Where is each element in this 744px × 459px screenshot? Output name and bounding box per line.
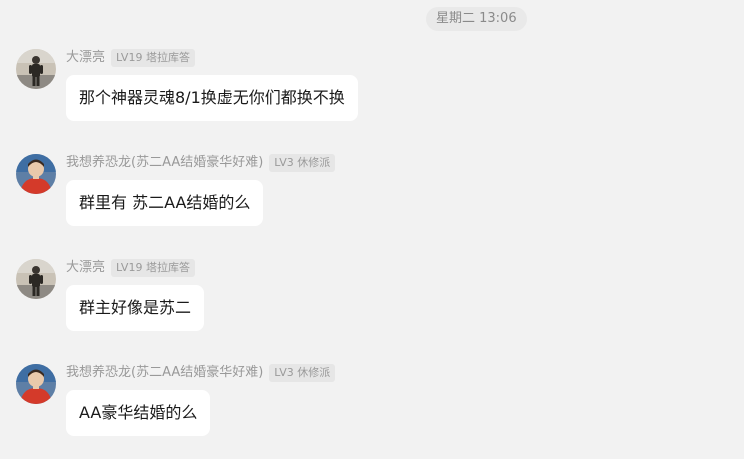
avatar[interactable]: [16, 259, 56, 299]
avatar[interactable]: [16, 154, 56, 194]
message-bubble[interactable]: AA豪华结婚的么: [66, 390, 211, 436]
sender-name[interactable]: 大漂亮: [66, 48, 105, 68]
message-header: 我想养恐龙(苏二AA结婚豪华好难) LV3 休修派: [66, 363, 336, 383]
level-badge: LV19 塔拉库答: [111, 259, 195, 277]
timestamp-divider: 星期二 13:06: [426, 7, 527, 31]
avatar-person-standing-icon: [16, 49, 56, 89]
avatar[interactable]: [16, 364, 56, 404]
chat-window: 星期二 13:06 大漂亮 LV19 塔拉库答 那个神器灵魂8/1换虚无你们都换…: [0, 0, 744, 459]
avatar-person-red-icon: [16, 364, 56, 404]
message-header: 我想养恐龙(苏二AA结婚豪华好难) LV3 休修派: [66, 153, 336, 173]
message-header: 大漂亮 LV19 塔拉库答: [66, 48, 195, 68]
avatar-person-red-icon: [16, 154, 56, 194]
message-header: 大漂亮 LV19 塔拉库答: [66, 258, 195, 278]
avatar[interactable]: [16, 49, 56, 89]
level-badge: LV3 休修派: [269, 154, 336, 172]
sender-name[interactable]: 大漂亮: [66, 258, 105, 278]
message-bubble[interactable]: 那个神器灵魂8/1换虚无你们都换不换: [66, 75, 358, 121]
message-bubble[interactable]: 群主好像是苏二: [66, 285, 205, 331]
message-bubble[interactable]: 群里有 苏二AA结婚的么: [66, 180, 264, 226]
level-badge: LV3 休修派: [269, 364, 336, 382]
sender-name[interactable]: 我想养恐龙(苏二AA结婚豪华好难): [66, 363, 263, 383]
level-badge: LV19 塔拉库答: [111, 49, 195, 67]
avatar-person-standing-icon: [16, 259, 56, 299]
sender-name[interactable]: 我想养恐龙(苏二AA结婚豪华好难): [66, 153, 263, 173]
